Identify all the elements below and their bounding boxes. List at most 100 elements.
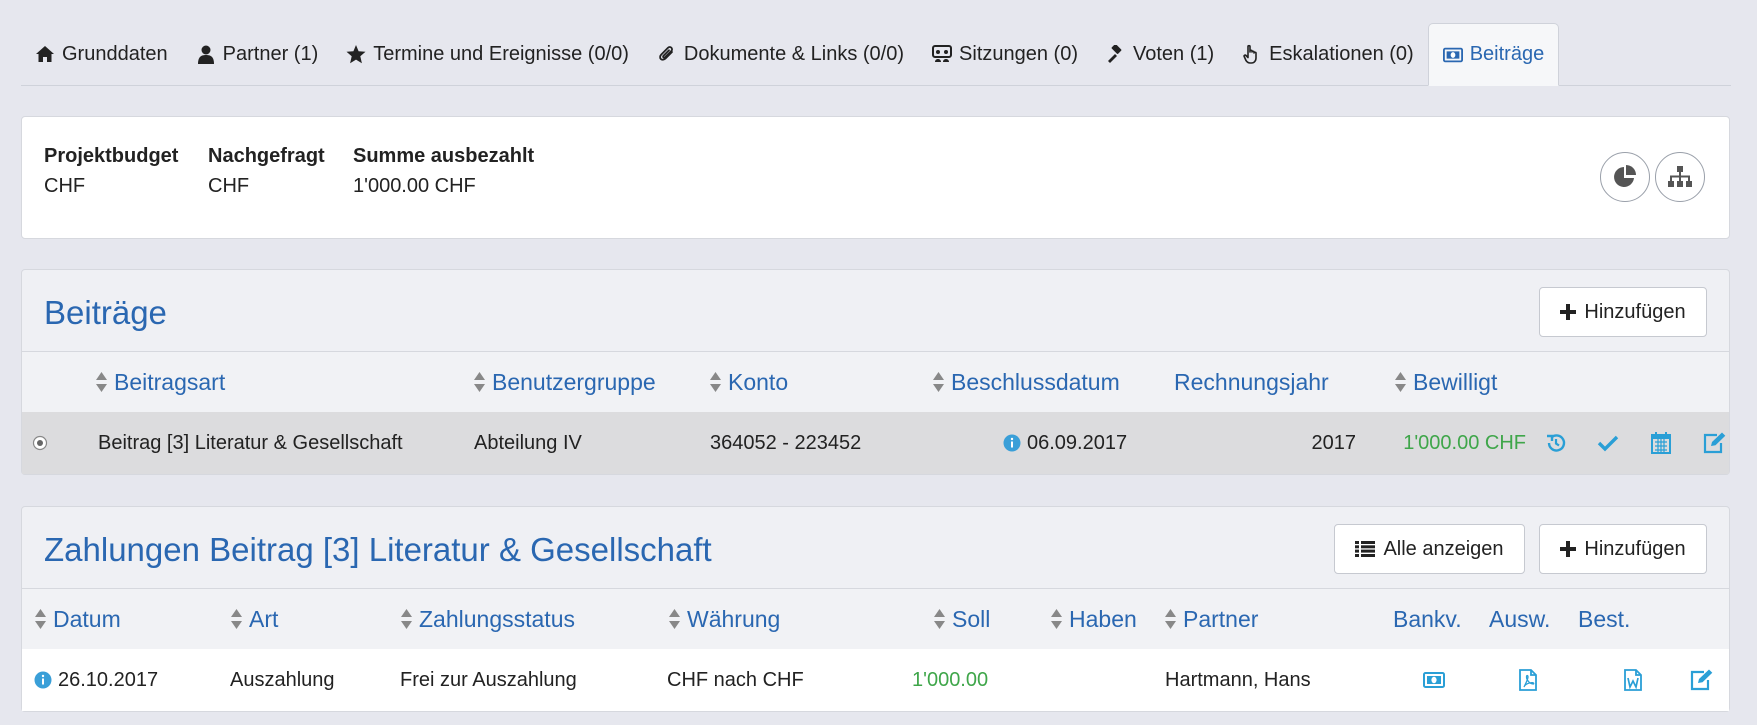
- plus-icon: [1560, 304, 1577, 320]
- column-best: Best.: [1578, 589, 1630, 649]
- column-waehrung[interactable]: Währung: [668, 589, 780, 649]
- tab-label: Sitzungen (0): [959, 42, 1078, 65]
- table-row[interactable]: 26.10.2017 Auszahlung Frei zur Auszahlun…: [22, 649, 1729, 711]
- column-soll[interactable]: Soll: [933, 589, 990, 649]
- summe-ausbezahlt: Summe ausbezahlt 1'000.00 CHF: [353, 145, 534, 198]
- sort-icon: [1051, 609, 1062, 629]
- beitraege-add-button[interactable]: Hinzufügen: [1539, 287, 1707, 337]
- datum-value: 26.10.2017: [58, 668, 159, 691]
- edit-button[interactable]: [1689, 649, 1713, 711]
- column-label: Datum: [53, 605, 121, 632]
- beschlussdatum-value: 06.09.2017: [1027, 431, 1128, 454]
- bankvoucher-button[interactable]: [1422, 649, 1446, 711]
- zahlungen-section: Zahlungen Beitrag [3] Literatur & Gesell…: [21, 506, 1730, 712]
- nachgefragt-label: Nachgefragt: [208, 145, 325, 167]
- file-word-icon: [1621, 668, 1645, 692]
- user-icon: [196, 44, 216, 64]
- column-konto[interactable]: Konto: [709, 352, 788, 412]
- cell-beitragsart: Beitrag [3] Literatur & Gesellschaft: [98, 431, 403, 454]
- list-icon: [1355, 541, 1376, 557]
- cell-waehrung: CHF nach CHF: [667, 668, 804, 691]
- column-datum[interactable]: Datum: [34, 589, 121, 649]
- money-icon: [1422, 668, 1446, 692]
- projektbudget: Projektbudget CHF: [44, 145, 178, 198]
- sort-icon: [231, 609, 242, 629]
- tab-sitzungen[interactable]: Sitzungen (0): [918, 23, 1092, 85]
- money-icon: [1442, 45, 1463, 65]
- sort-icon: [669, 609, 680, 629]
- approve-button[interactable]: [1596, 412, 1620, 474]
- column-rechnungsjahr: Rechnungsjahr: [1174, 352, 1329, 412]
- button-label: Alle anzeigen: [1383, 537, 1504, 560]
- hand-pointer-icon: [1242, 44, 1262, 64]
- tab-dokumente[interactable]: Dokumente & Links (0/0): [643, 23, 918, 85]
- tab-beitraege[interactable]: Beiträge: [1427, 23, 1560, 86]
- word-button[interactable]: [1621, 649, 1645, 711]
- column-label: Art: [249, 605, 279, 632]
- info-icon[interactable]: [1003, 434, 1021, 452]
- tab-label: Partner (1): [222, 42, 319, 65]
- tab-bar: Grunddaten Partner (1) Termine und Ereig…: [21, 23, 1731, 86]
- sort-icon: [96, 372, 107, 392]
- column-bewilligt[interactable]: Bewilligt: [1394, 352, 1497, 412]
- calendar-icon: [1649, 431, 1673, 455]
- sort-icon: [474, 372, 485, 392]
- tab-eskalationen[interactable]: Eskalationen (0): [1228, 23, 1428, 85]
- column-label: Soll: [952, 605, 991, 632]
- column-beitragsart[interactable]: Beitragsart: [95, 352, 225, 412]
- zahlungen-add-button[interactable]: Hinzufügen: [1539, 524, 1707, 574]
- column-haben[interactable]: Haben: [1050, 589, 1137, 649]
- column-partner[interactable]: Partner: [1164, 589, 1258, 649]
- pdf-button[interactable]: [1516, 649, 1540, 711]
- column-label: Rechnungsjahr: [1174, 368, 1329, 395]
- pie-chart-icon: [1612, 164, 1638, 190]
- meeting-icon: [932, 44, 953, 64]
- column-label: Partner: [1183, 605, 1259, 632]
- history-icon: [1544, 431, 1568, 455]
- tab-grunddaten[interactable]: Grunddaten: [21, 23, 182, 85]
- cell-bewilligt: 1'000.00 CHF: [1403, 431, 1526, 454]
- sort-icon: [1165, 609, 1176, 629]
- column-label: Ausw.: [1489, 605, 1551, 632]
- column-bankv: Bankv.: [1393, 589, 1462, 649]
- tab-voten[interactable]: Voten (1): [1092, 23, 1228, 85]
- cell-art: Auszahlung: [230, 668, 335, 691]
- tab-termine[interactable]: Termine und Ereignisse (0/0): [332, 23, 643, 85]
- beitraege-section: Beiträge Hinzufügen Beitragsart Benutzer…: [21, 269, 1730, 475]
- column-ausw: Ausw.: [1489, 589, 1550, 649]
- cell-beschlussdatum: 06.09.2017: [1003, 412, 1127, 474]
- calendar-button[interactable]: [1649, 412, 1673, 474]
- file-pdf-icon: [1516, 668, 1540, 692]
- column-label: Beschlussdatum: [951, 368, 1120, 395]
- plus-icon: [1560, 541, 1577, 557]
- paperclip-icon: [657, 44, 677, 64]
- cell-zahlungsstatus: Frei zur Auszahlung: [400, 668, 577, 691]
- star-icon: [346, 44, 366, 64]
- cell-rechnungsjahr: 2017: [1311, 431, 1357, 454]
- cell-soll: 1'000.00: [912, 668, 989, 691]
- sitemap-icon: [1667, 165, 1693, 189]
- column-benutzergruppe[interactable]: Benutzergruppe: [473, 352, 656, 412]
- button-label: Hinzufügen: [1584, 537, 1686, 560]
- ausbezahlt-value: 1'000.00 CHF: [353, 175, 476, 197]
- sort-icon: [35, 609, 46, 629]
- tab-partner[interactable]: Partner (1): [182, 23, 333, 85]
- column-art[interactable]: Art: [230, 589, 278, 649]
- row-select-radio[interactable]: [32, 412, 48, 474]
- pie-chart-button[interactable]: [1600, 152, 1650, 202]
- tab-label: Voten (1): [1133, 42, 1215, 65]
- sort-icon: [1395, 372, 1406, 392]
- edit-icon: [1702, 431, 1726, 455]
- edit-icon: [1689, 668, 1713, 692]
- cell-partner: Hartmann, Hans: [1165, 668, 1311, 691]
- history-button[interactable]: [1544, 412, 1568, 474]
- info-icon[interactable]: [34, 671, 52, 689]
- table-row[interactable]: Beitrag [3] Literatur & Gesellschaft Abt…: [22, 412, 1729, 474]
- column-beschlussdatum[interactable]: Beschlussdatum: [932, 352, 1120, 412]
- column-zahlungsstatus[interactable]: Zahlungsstatus: [400, 589, 575, 649]
- tab-label: Termine und Ereignisse (0/0): [373, 42, 629, 65]
- cell-datum: 26.10.2017: [34, 649, 158, 711]
- alle-anzeigen-button[interactable]: Alle anzeigen: [1334, 524, 1525, 574]
- edit-button[interactable]: [1702, 412, 1726, 474]
- org-chart-button[interactable]: [1655, 152, 1705, 202]
